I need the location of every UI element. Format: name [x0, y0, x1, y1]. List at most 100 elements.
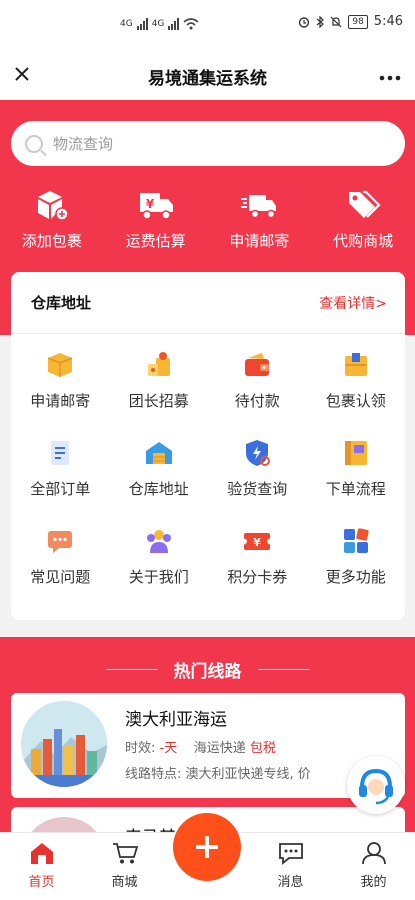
quick-action-freight[interactable]: ¥ 运费估算	[104, 188, 208, 251]
inspect-shield-icon	[242, 438, 272, 468]
warehouse-header: 仓库地址 查看详情>	[11, 272, 405, 334]
signal-icon-2	[168, 18, 180, 30]
tags-icon	[344, 188, 382, 222]
network-label-right: 4G	[151, 19, 165, 29]
grid-item-pending-payment[interactable]: 待付款	[208, 350, 307, 438]
warehouse-card: 仓库地址 查看详情> 申请邮寄 团长招募 待付款 包裹认领 全部订单 仓库地址	[11, 272, 405, 620]
battery-indicator: 98	[348, 14, 368, 29]
profile-icon	[361, 842, 386, 865]
grid-item-faq[interactable]: 常见问题	[11, 526, 110, 614]
quick-action-label: 申请邮寄	[229, 232, 290, 250]
tab-add[interactable]	[166, 813, 249, 900]
warehouse-icon	[144, 438, 174, 468]
delivery-truck-icon	[240, 188, 278, 222]
routes-heading: 热门线路	[0, 657, 415, 682]
add-fab-button[interactable]	[173, 813, 241, 881]
package-icon	[45, 350, 75, 380]
cart-icon	[112, 843, 138, 864]
wallet-icon	[242, 350, 272, 380]
team-icon	[144, 526, 174, 556]
grid-item-about[interactable]: 关于我们	[110, 526, 209, 614]
quick-action-apply-mail[interactable]: 申请邮寄	[208, 188, 312, 251]
clock: 5:46	[373, 14, 403, 29]
grid-item-more[interactable]: 更多功能	[307, 526, 406, 614]
warehouse-details-link[interactable]: 查看详情>	[319, 293, 387, 313]
tab-profile[interactable]: 我的	[332, 833, 415, 900]
grid-label: 待付款	[234, 392, 280, 410]
route-channel: 海运快递	[193, 741, 246, 756]
chat-bubble-icon	[45, 526, 75, 556]
quick-actions: 添加包裹 ¥ 运费估算 申请邮寄 代购商城	[0, 188, 415, 251]
route-name: 澳大利亚海运	[125, 710, 227, 730]
grid-label: 下单流程	[325, 480, 386, 498]
more-button[interactable]	[379, 62, 401, 86]
quick-action-label: 代购商城	[333, 232, 394, 250]
grid-item-claim[interactable]: 包裹认领	[307, 350, 406, 438]
add-package-icon	[33, 188, 71, 222]
book-icon	[341, 438, 371, 468]
route-tax-badge: 包税	[249, 741, 276, 756]
grid-item-all-orders[interactable]: 全部订单	[11, 438, 110, 526]
grid-label: 团长招募	[128, 392, 189, 410]
customer-service-button[interactable]	[347, 756, 405, 814]
plus-icon	[196, 836, 218, 858]
tab-home[interactable]: 首页	[0, 833, 83, 900]
status-bar: 4G 4G 98 5:46	[0, 0, 415, 50]
bluetooth-icon	[316, 15, 325, 28]
tab-shop[interactable]: 商城	[83, 833, 166, 900]
wifi-icon	[183, 18, 199, 30]
order-list-icon	[45, 438, 75, 468]
status-right: 98 5:46	[298, 14, 403, 29]
search-bar[interactable]	[11, 121, 405, 166]
grid-item-inspection[interactable]: 验货查询	[208, 438, 307, 526]
route-city-image	[21, 701, 107, 787]
alarm-icon	[299, 16, 310, 28]
signal-icon	[136, 18, 148, 30]
grid-label: 更多功能	[325, 568, 386, 586]
home-icon	[30, 843, 53, 864]
grid-item-process[interactable]: 下单流程	[307, 438, 406, 526]
more-grid-icon	[341, 526, 371, 556]
divider-line	[105, 669, 158, 670]
quick-action-label: 添加包裹	[21, 232, 82, 250]
tab-label: 首页	[28, 875, 55, 890]
quick-action-shop[interactable]: 代购商城	[311, 188, 415, 251]
quick-action-add-package[interactable]: 添加包裹	[0, 188, 104, 251]
coupon-icon: ¥	[242, 526, 273, 556]
tab-label: 商城	[111, 875, 138, 890]
grid-label: 验货查询	[227, 480, 288, 498]
route-time-value: -天	[159, 741, 178, 756]
network-label-left: 4G	[120, 19, 133, 29]
more-icon	[379, 75, 401, 81]
grid-item-apply-mail[interactable]: 申请邮寄	[11, 350, 110, 438]
svg-text:¥: ¥	[145, 197, 154, 211]
grid-label: 全部订单	[30, 480, 91, 498]
status-left: 4G 4G	[120, 18, 199, 30]
freight-truck-icon: ¥	[137, 188, 175, 222]
route-card-australia[interactable]: 澳大利亚海运 时效: -天 海运快递 包税 线路特点: 澳大利亚快递专线, 价	[11, 693, 405, 798]
routes-title: 热门线路	[173, 662, 242, 682]
tab-label: 消息	[277, 875, 304, 890]
search-input[interactable]	[53, 134, 353, 153]
tab-messages[interactable]: 消息	[249, 833, 332, 900]
grid-label: 申请邮寄	[30, 392, 91, 410]
warehouse-title: 仓库地址	[31, 294, 92, 312]
grid-label: 仓库地址	[128, 480, 189, 498]
grid-label: 关于我们	[128, 568, 189, 586]
page-title: 易境通集运系统	[148, 69, 267, 89]
grid-item-warehouse[interactable]: 仓库地址	[110, 438, 209, 526]
grid-item-coupons[interactable]: ¥ 积分卡券	[208, 526, 307, 614]
grid-item-recruit[interactable]: 团长招募	[110, 350, 209, 438]
route-feature: 线路特点: 澳大利亚快递专线, 价	[125, 767, 311, 782]
grid-label: 包裹认领	[325, 392, 386, 410]
route-time-label: 时效:	[125, 741, 156, 756]
message-icon	[278, 843, 303, 865]
mute-icon	[330, 16, 342, 27]
app-header: 易境通集运系统	[0, 50, 415, 100]
recruit-icon	[144, 350, 174, 380]
headset-icon	[359, 768, 393, 805]
grid-label: 常见问题	[30, 568, 91, 586]
divider-line	[257, 669, 310, 670]
box-claim-icon	[341, 350, 371, 380]
svg-text:¥: ¥	[253, 536, 261, 549]
